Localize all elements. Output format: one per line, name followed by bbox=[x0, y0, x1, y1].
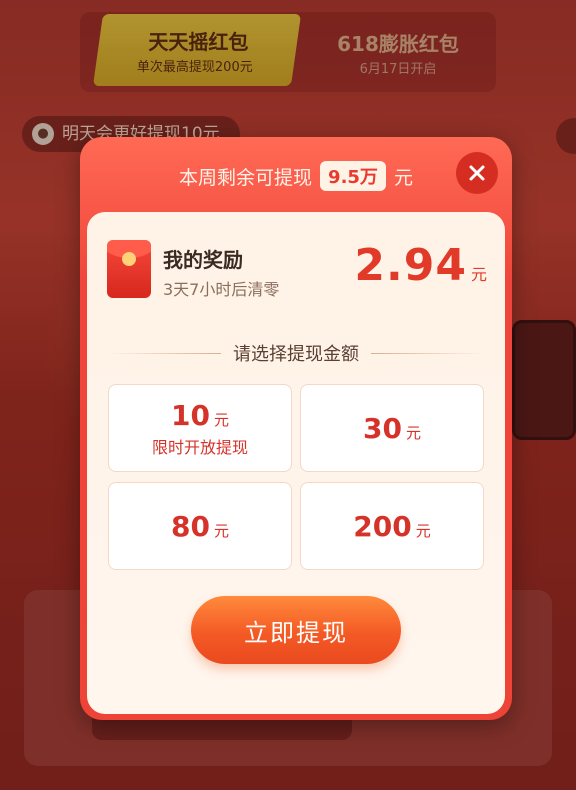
option-value: 200 bbox=[353, 509, 412, 543]
quota-suffix: 元 bbox=[393, 166, 413, 189]
option-unit: 元 bbox=[405, 423, 421, 442]
divider-line-left bbox=[107, 352, 221, 354]
reward-amount-value: 2.94 bbox=[354, 240, 467, 291]
my-reward-row: 我的奖励 3天7小时后清零 2.94 元 bbox=[107, 238, 487, 302]
quota-badge: 9.5万 bbox=[320, 161, 386, 191]
red-packet-icon bbox=[107, 240, 151, 298]
reward-expiry: 3天7小时后清零 bbox=[163, 280, 280, 299]
reward-title: 我的奖励 bbox=[163, 248, 243, 272]
reward-amount: 2.94 元 bbox=[354, 240, 487, 300]
amount-option-10[interactable]: 10 元 限时开放提现 bbox=[108, 384, 292, 472]
close-button[interactable] bbox=[456, 152, 498, 194]
quota-prefix: 本周剩余可提现 bbox=[179, 166, 313, 189]
close-icon bbox=[469, 165, 485, 181]
option-unit: 元 bbox=[213, 410, 229, 429]
option-unit: 元 bbox=[213, 521, 229, 540]
select-amount-divider: 请选择提现金额 bbox=[107, 339, 485, 367]
option-note: 限时开放提现 bbox=[151, 437, 248, 457]
divider-line-right bbox=[371, 352, 485, 354]
amount-option-200[interactable]: 200 元 bbox=[300, 482, 484, 570]
amount-options-grid: 10 元 限时开放提现 30 元 80 元 200 元 bbox=[108, 384, 484, 574]
option-unit: 元 bbox=[415, 521, 431, 540]
withdraw-modal: 本周剩余可提现 9.5万 元 我的奖励 3天7小时后清零 2.94 元 请选择提… bbox=[80, 137, 512, 720]
option-value: 80 bbox=[171, 509, 210, 543]
weekly-quota-header: 本周剩余可提现 9.5万 元 bbox=[80, 159, 512, 193]
option-value: 30 bbox=[363, 411, 402, 445]
option-value: 10 bbox=[171, 398, 210, 432]
amount-option-30[interactable]: 30 元 bbox=[300, 384, 484, 472]
amount-option-80[interactable]: 80 元 bbox=[108, 482, 292, 570]
modal-body: 我的奖励 3天7小时后清零 2.94 元 请选择提现金额 10 元 限时开放提现 bbox=[87, 212, 505, 714]
select-amount-label: 请选择提现金额 bbox=[233, 344, 359, 365]
withdraw-now-button[interactable]: 立即提现 bbox=[191, 596, 401, 664]
reward-amount-unit: 元 bbox=[470, 265, 487, 284]
